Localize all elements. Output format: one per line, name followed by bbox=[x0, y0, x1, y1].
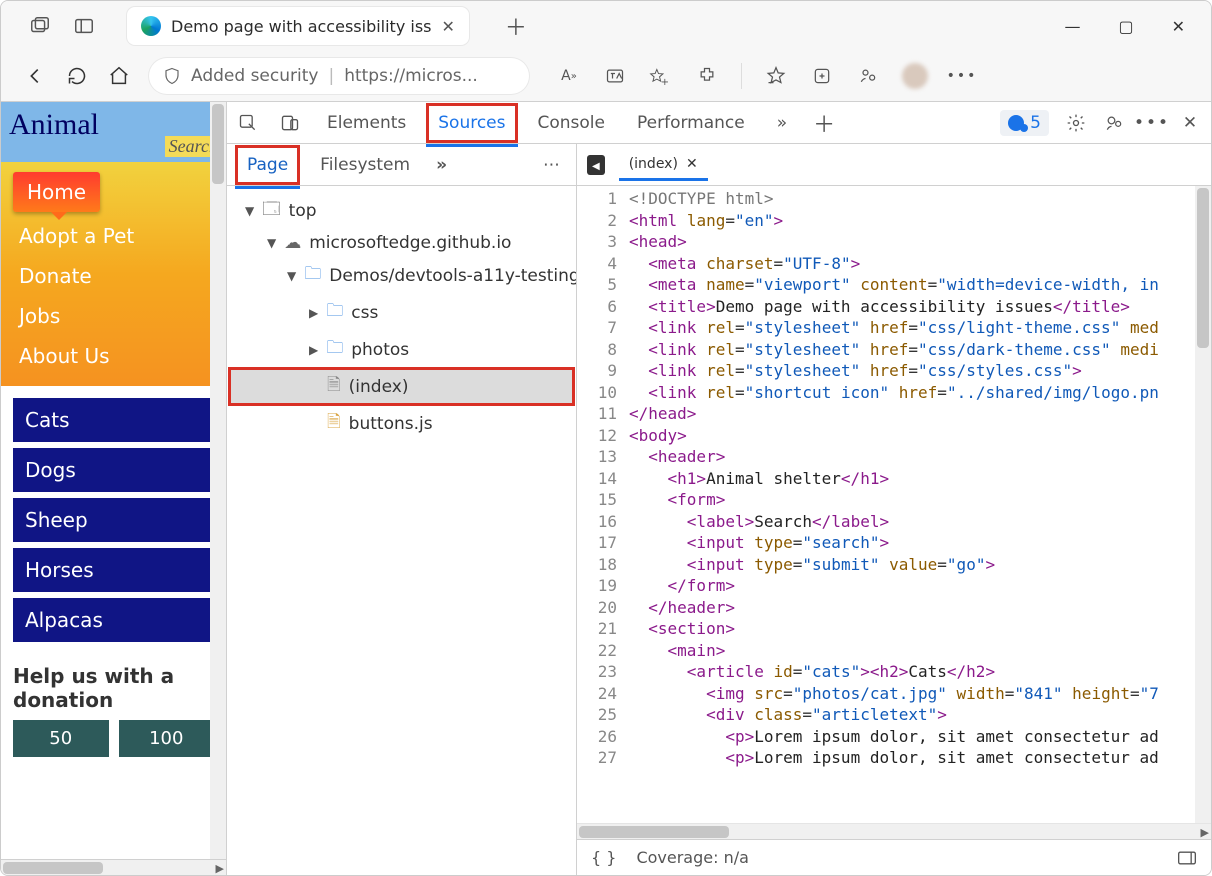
extensions-icon[interactable] bbox=[695, 64, 719, 88]
close-devtools-icon[interactable]: ✕ bbox=[1179, 112, 1201, 134]
feedback-icon[interactable] bbox=[1103, 112, 1125, 134]
code-view[interactable]: <!DOCTYPE html> <html lang="en"> <head> … bbox=[625, 186, 1211, 823]
tab-elements[interactable]: Elements bbox=[321, 109, 412, 137]
sidebar-toggle-icon[interactable] bbox=[1177, 850, 1197, 866]
toggle-navigator-icon[interactable] bbox=[587, 155, 605, 175]
primary-nav: Home Adopt a Pet Donate Jobs About Us bbox=[1, 162, 226, 386]
device-icon[interactable] bbox=[279, 112, 301, 134]
close-file-icon[interactable]: ✕ bbox=[686, 156, 698, 172]
nav-more-icon[interactable]: ⋯ bbox=[543, 155, 562, 175]
tab-console[interactable]: Console bbox=[532, 109, 612, 137]
issues-badge[interactable]: 5 bbox=[1000, 110, 1049, 136]
edge-favicon-icon bbox=[141, 16, 161, 36]
inspect-icon[interactable] bbox=[237, 112, 259, 134]
tree-file-buttons-js[interactable]: 🗎buttons.js bbox=[229, 405, 574, 442]
back-button[interactable] bbox=[23, 64, 47, 88]
line-gutter: 1 2 3 4 5 6 7 8 9 10 11 12 13 14 15 16 1… bbox=[577, 186, 625, 823]
url-text: https://micros... bbox=[344, 66, 478, 86]
file-tree: ▼🗔top ▼☁microsoftedge.github.io ▼🗀Demos/… bbox=[227, 186, 576, 875]
nav-tabs-overflow[interactable]: » bbox=[436, 155, 447, 175]
close-window-button[interactable]: ✕ bbox=[1172, 17, 1185, 36]
nav-sheep[interactable]: Sheep bbox=[13, 498, 214, 542]
collections-icon[interactable] bbox=[810, 64, 834, 88]
coverage-label: Coverage: n/a bbox=[636, 848, 748, 867]
nav-alpacas[interactable]: Alpacas bbox=[13, 598, 214, 642]
titlebar: Demo page with accessibility iss ✕ ＋ — ▢… bbox=[1, 1, 1211, 51]
translate-icon[interactable] bbox=[603, 64, 627, 88]
nav-horses[interactable]: Horses bbox=[13, 548, 214, 592]
web-page: Animal Search Home Adopt a Pet Donate Jo… bbox=[1, 102, 226, 875]
nav-jobs[interactable]: Jobs bbox=[1, 296, 226, 336]
nav-cats[interactable]: Cats bbox=[13, 398, 214, 442]
minimize-button[interactable]: — bbox=[1064, 17, 1080, 36]
shield-icon bbox=[163, 67, 181, 85]
tree-folder-photos[interactable]: ▶🗀photos bbox=[229, 331, 574, 368]
tree-file-index[interactable]: 🗎(index) bbox=[229, 368, 574, 405]
issue-dot-icon bbox=[1008, 115, 1024, 131]
devtools-status-bar: { } Coverage: n/a bbox=[577, 839, 1211, 875]
new-tab-button[interactable]: ＋ bbox=[505, 10, 527, 42]
nav-tab-page[interactable]: Page bbox=[241, 151, 294, 179]
nav-adopt[interactable]: Adopt a Pet bbox=[1, 216, 226, 256]
tree-domain[interactable]: ▼☁microsoftedge.github.io bbox=[229, 229, 574, 257]
tab-actions-icon[interactable] bbox=[73, 15, 95, 37]
menu-icon[interactable]: ••• bbox=[950, 64, 974, 88]
nav-tab-filesystem[interactable]: Filesystem bbox=[314, 151, 416, 179]
tree-top[interactable]: ▼🗔top bbox=[229, 192, 574, 229]
address-bar[interactable]: Added security | https://micros... bbox=[149, 58, 529, 94]
page-scrollbar-h[interactable]: ◀▶ bbox=[1, 859, 226, 875]
nav-dogs[interactable]: Dogs bbox=[13, 448, 214, 492]
profile-avatar[interactable] bbox=[902, 63, 928, 89]
sources-navigator: Page Filesystem » ⋯ ▼🗔top ▼☁microsoftedg… bbox=[227, 144, 577, 875]
nav-about[interactable]: About Us bbox=[1, 336, 226, 376]
editor-scrollbar-v[interactable] bbox=[1195, 186, 1211, 823]
tab-title: Demo page with accessibility iss bbox=[171, 17, 432, 36]
favorite-icon[interactable]: + bbox=[649, 64, 673, 88]
tree-folder-css[interactable]: ▶🗀css bbox=[229, 294, 574, 331]
workspaces-icon[interactable] bbox=[29, 15, 51, 37]
reader-icon[interactable]: A» bbox=[557, 64, 581, 88]
more-icon[interactable]: ••• bbox=[1141, 112, 1163, 134]
source-editor: (index) ✕ 1 2 3 4 5 6 7 8 9 10 11 12 13 … bbox=[577, 144, 1211, 875]
profile-switch-icon[interactable] bbox=[856, 64, 880, 88]
tab-performance[interactable]: Performance bbox=[631, 109, 751, 137]
home-button[interactable] bbox=[107, 64, 131, 88]
page-scrollbar-v[interactable] bbox=[210, 102, 226, 859]
page-header: Animal Search bbox=[1, 102, 226, 162]
browser-toolbar: Added security | https://micros... A» + … bbox=[1, 51, 1211, 101]
close-tab-icon[interactable]: ✕ bbox=[442, 17, 455, 36]
maximize-button[interactable]: ▢ bbox=[1118, 17, 1133, 36]
donate-50[interactable]: 50 bbox=[13, 720, 109, 757]
security-label: Added security bbox=[191, 66, 318, 86]
nav-home[interactable]: Home bbox=[13, 172, 100, 212]
donation-heading: Help us with a donation bbox=[1, 660, 226, 720]
tab-sources[interactable]: Sources bbox=[432, 109, 511, 137]
editor-tab-index[interactable]: (index) ✕ bbox=[619, 150, 708, 181]
devtools-panel: Elements Sources Console Performance » ＋… bbox=[226, 102, 1211, 875]
editor-tab-label: (index) bbox=[629, 156, 678, 172]
secondary-nav: Cats Dogs Sheep Horses Alpacas bbox=[1, 386, 226, 660]
add-tab-icon[interactable]: ＋ bbox=[813, 112, 835, 134]
settings-icon[interactable] bbox=[1065, 112, 1087, 134]
donate-100[interactable]: 100 bbox=[119, 720, 215, 757]
tree-folder-demos[interactable]: ▼🗀Demos/devtools-a11y-testing bbox=[229, 257, 574, 294]
pretty-print-icon[interactable]: { } bbox=[591, 848, 616, 867]
tabs-overflow[interactable]: » bbox=[771, 109, 793, 137]
devtools-tabs: Elements Sources Console Performance » ＋… bbox=[227, 102, 1211, 144]
favorites-list-icon[interactable] bbox=[764, 64, 788, 88]
issues-count: 5 bbox=[1030, 113, 1041, 133]
editor-scrollbar-h[interactable]: ◀▶ bbox=[577, 823, 1211, 839]
refresh-button[interactable] bbox=[65, 64, 89, 88]
nav-donate[interactable]: Donate bbox=[1, 256, 226, 296]
browser-tab[interactable]: Demo page with accessibility iss ✕ bbox=[127, 7, 469, 45]
